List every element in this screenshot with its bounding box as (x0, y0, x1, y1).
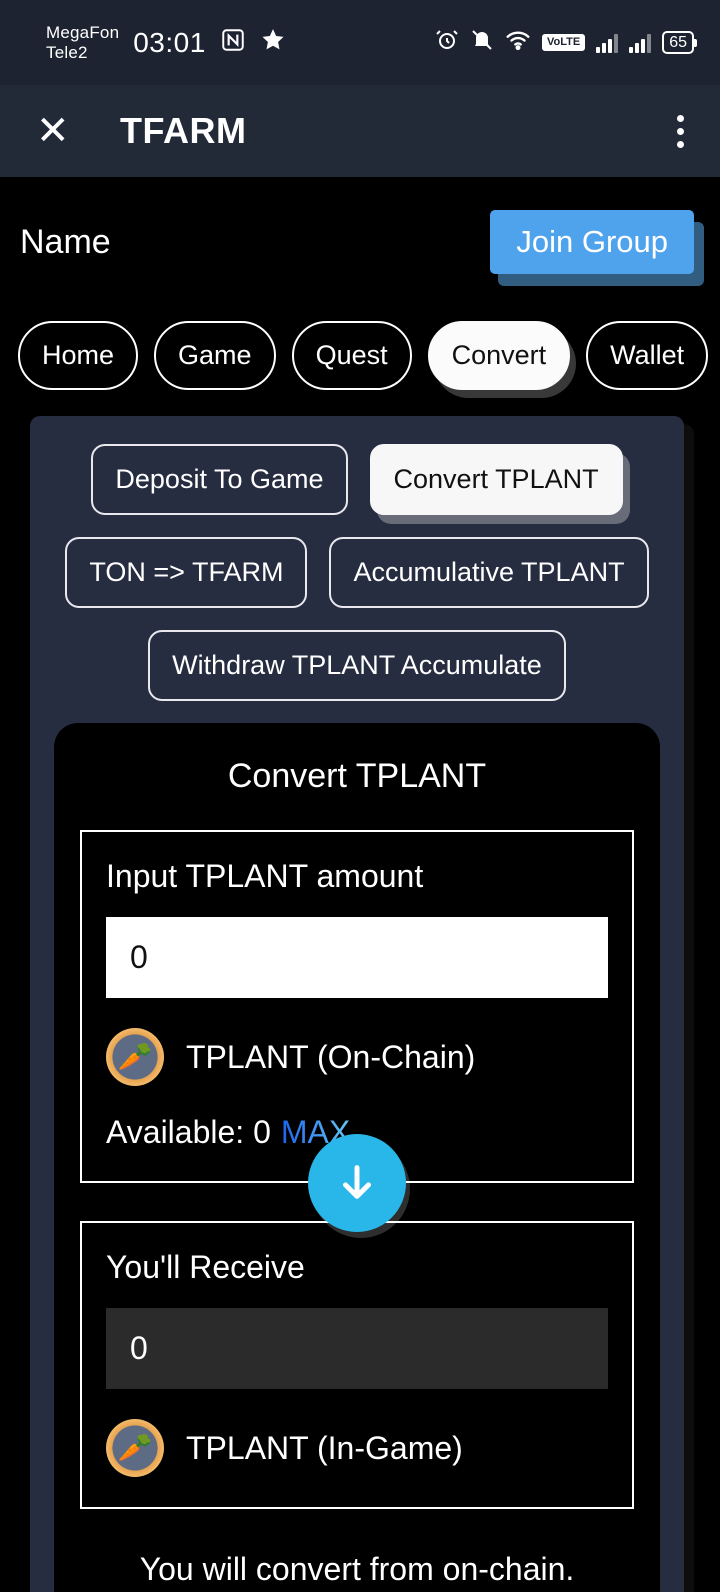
status-bar-left: MegaFon Tele2 03:01 (46, 23, 286, 63)
main-nav: Home Game Quest Convert Wallet (0, 307, 720, 416)
subnav-row-2: TON => TFARM Accumulative TPLANT (48, 537, 666, 608)
convert-card-title: Convert TPLANT (227, 757, 487, 795)
nfc-icon (220, 27, 246, 58)
status-bar-clock: 03:01 (133, 26, 206, 58)
volte-badge: VoLTE (542, 34, 586, 51)
arrow-down-icon (343, 1165, 371, 1199)
nav-item-game[interactable]: Game (154, 321, 276, 390)
available-balance-label: Available: 0 (106, 1114, 271, 1150)
to-token-row: 🥕 TPLANT (In-Game) (106, 1419, 608, 1477)
nav-item-convert[interactable]: Convert (427, 321, 571, 390)
nav-item-quest[interactable]: Quest (291, 321, 412, 390)
subnav-row-1: Deposit To Game Convert TPLANT (48, 444, 666, 515)
swap-direction-button[interactable] (308, 1134, 406, 1232)
to-token-name: TPLANT (In-Game) (186, 1429, 463, 1466)
wifi-icon (505, 27, 531, 58)
user-name-label: Name (20, 222, 111, 261)
from-token-name: TPLANT (On-Chain) (186, 1038, 476, 1075)
app-header: ✕ TFARM (0, 85, 720, 177)
receive-label: You'll Receive (106, 1249, 305, 1285)
star-icon (260, 27, 286, 58)
from-token-row: 🥕 TPLANT (On-Chain) (106, 1028, 608, 1086)
receive-amount-field (106, 1308, 608, 1389)
to-token-box: You'll Receive 🥕 TPLANT (In-Game) (80, 1221, 634, 1509)
page-title: TFARM (120, 110, 247, 151)
carrier-line-1: MegaFon (46, 22, 120, 42)
nav-item-wallet[interactable]: Wallet (586, 321, 709, 390)
join-group-wrapper: Join Group (490, 210, 704, 286)
carrot-coin-icon: 🥕 (106, 1028, 164, 1086)
status-bar-right: VoLTE 65 (435, 27, 697, 58)
convert-panel: Deposit To Game Convert TPLANT TON => TF… (30, 416, 684, 1592)
join-group-button[interactable]: Join Group (490, 210, 694, 274)
subnav-row-3: Withdraw TPLANT Accumulate (48, 630, 666, 701)
battery-indicator: 65 (662, 31, 697, 54)
signal-bars-sim2 (629, 33, 652, 53)
carrier-line-2: Tele2 (46, 42, 88, 62)
profile-row: Name Join Group (0, 177, 720, 307)
input-amount-label: Input TPLANT amount (106, 858, 424, 894)
signal-bars-sim1 (596, 33, 619, 53)
subnav-accumulative-tplant[interactable]: Accumulative TPLANT (329, 537, 649, 608)
carrot-coin-icon: 🥕 (106, 1419, 164, 1477)
alarm-icon (435, 28, 459, 57)
amount-input[interactable] (106, 917, 608, 998)
android-status-bar: MegaFon Tele2 03:01 VoLTE 65 (0, 0, 720, 85)
subnav-convert-tplant[interactable]: Convert TPLANT (369, 444, 623, 515)
carrier-names: MegaFon Tele2 (46, 23, 119, 63)
convert-footnote: You will convert from on-chain. (139, 1551, 575, 1587)
from-token-box: Input TPLANT amount 🥕 TPLANT (On-Chain) … (80, 830, 634, 1183)
nav-item-home[interactable]: Home (18, 321, 139, 390)
close-icon[interactable]: ✕ (36, 111, 92, 151)
convert-card: Convert TPLANT Input TPLANT amount 🥕 TPL… (54, 723, 660, 1592)
subnav-ton-to-tfarm[interactable]: TON => TFARM (65, 537, 308, 608)
bell-muted-icon (470, 28, 494, 57)
subnav-withdraw-tplant-accumulate[interactable]: Withdraw TPLANT Accumulate (148, 630, 566, 701)
app-screen: MegaFon Tele2 03:01 VoLTE 65 ✕ TFARM Nam… (0, 0, 720, 1592)
subnav-deposit-to-game[interactable]: Deposit To Game (91, 444, 348, 515)
kebab-menu-icon[interactable] (671, 109, 690, 154)
